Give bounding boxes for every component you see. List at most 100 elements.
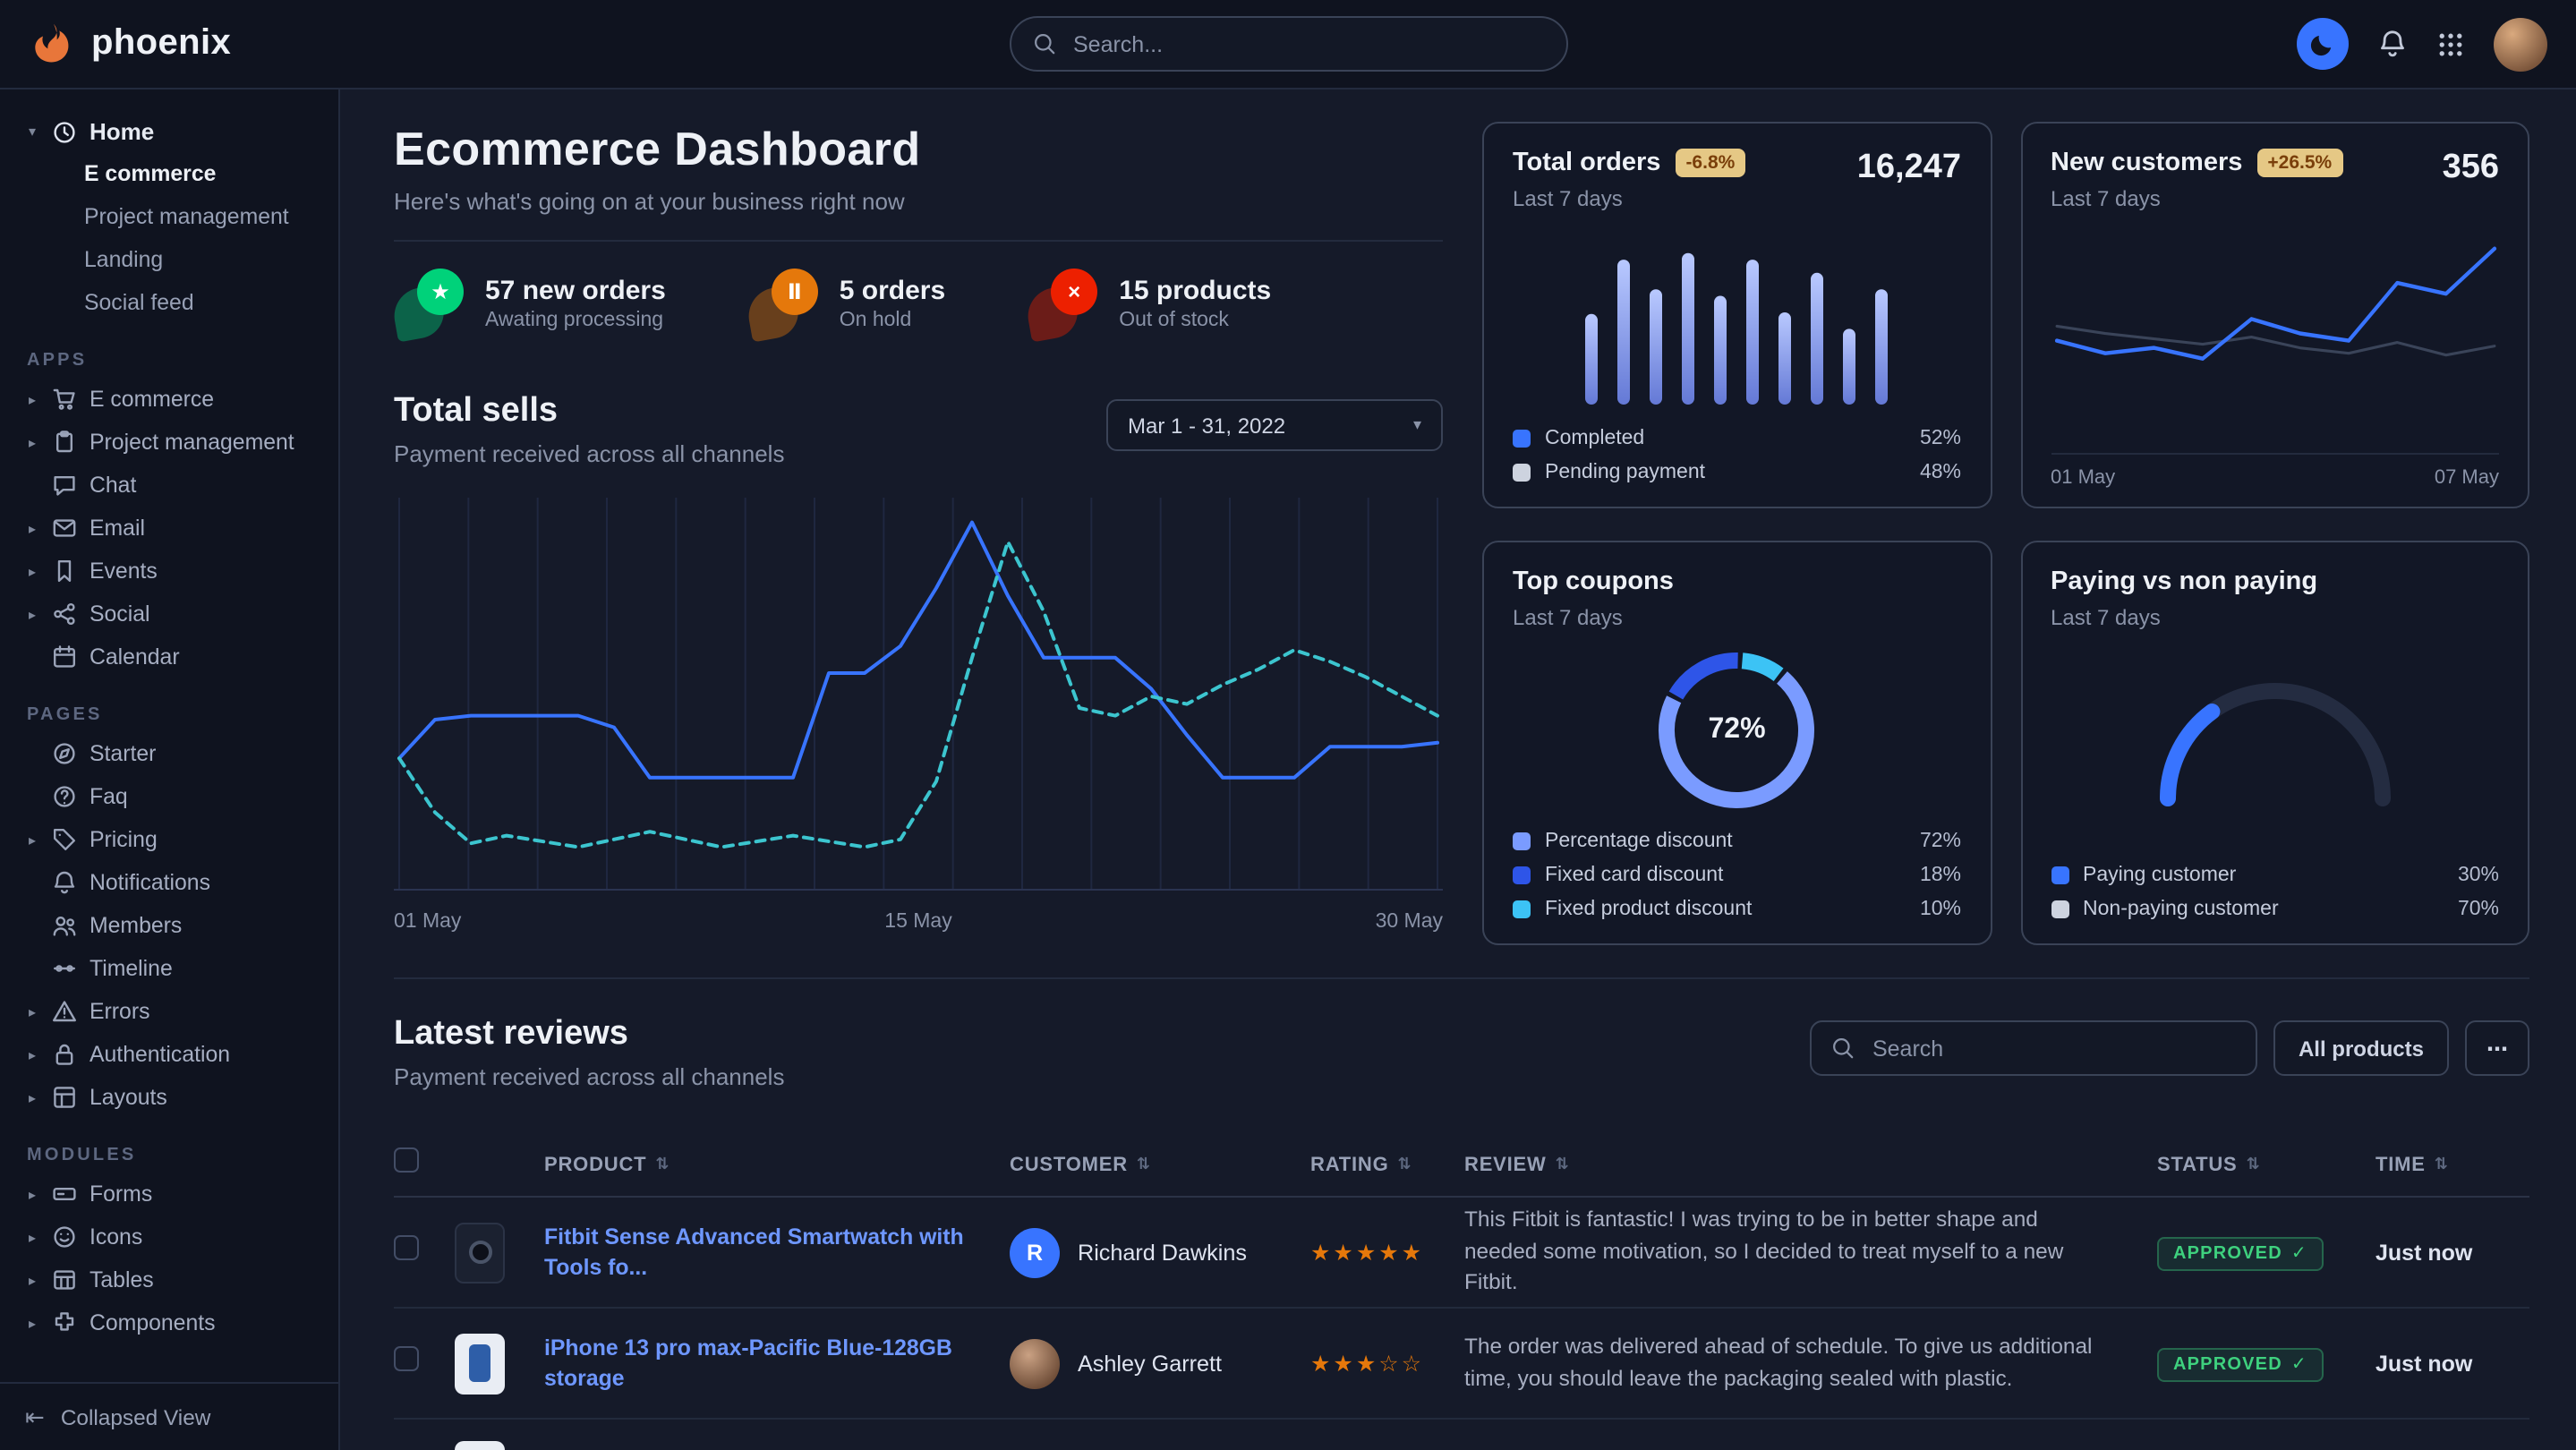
sidebar-item-label: Email — [90, 516, 145, 541]
column-header-customer[interactable]: CUSTOMER⇅ — [1010, 1154, 1310, 1175]
sidebar-item-authentication[interactable]: ▸Authentication — [0, 1033, 338, 1076]
caret-right-icon: ▸ — [25, 1272, 39, 1288]
column-header-time[interactable]: TIME⇅ — [2376, 1154, 2529, 1175]
caret-right-icon: ▸ — [25, 1186, 39, 1202]
reviews-table: PRODUCT⇅CUSTOMER⇅RATING⇅REVIEW⇅STATUS⇅TI… — [394, 1133, 2529, 1450]
row-checkbox[interactable] — [394, 1235, 419, 1260]
x-tick: 01 May — [2051, 467, 2115, 489]
sidebar-item-pricing[interactable]: ▸Pricing — [0, 818, 338, 861]
sidebar-item-calendar[interactable]: Calendar — [0, 635, 338, 678]
new-customers-chart — [2051, 226, 2499, 426]
sidebar-item-icons[interactable]: ▸Icons — [0, 1215, 338, 1258]
sort-icon: ⇅ — [2247, 1155, 2261, 1174]
moon-icon — [2309, 30, 2336, 57]
apps-grid-button[interactable] — [2436, 30, 2465, 58]
chevron-down-icon: ▾ — [1413, 415, 1421, 435]
legend-item: Fixed product discount10% — [1513, 891, 1961, 925]
sidebar-item-components[interactable]: ▸Components — [0, 1301, 338, 1344]
product-link[interactable]: Fitbit Sense Advanced Smartwatch with To… — [544, 1223, 1010, 1283]
card-title: New customers — [2051, 149, 2242, 177]
card-value: 356 — [2443, 149, 2499, 188]
trend-badge: -6.8% — [1675, 149, 1745, 177]
legend-value: 52% — [1920, 427, 1961, 448]
sidebar-item-e-commerce[interactable]: E commerce — [0, 152, 338, 195]
card-title: Total orders — [1513, 149, 1660, 177]
total-orders-card: Total orders -6.8% Last 7 days 16,247 Co… — [1482, 122, 1992, 508]
check-icon: ✓ — [2291, 1354, 2307, 1374]
legend-value: 18% — [1920, 864, 1961, 885]
column-header-product[interactable]: PRODUCT⇅ — [544, 1154, 1010, 1175]
product-thumbnail — [455, 1333, 505, 1394]
customer-name: Richard Dawkins — [1078, 1240, 1247, 1265]
select-all-checkbox[interactable] — [394, 1147, 419, 1173]
x-tick: 07 May — [2435, 467, 2499, 489]
notifications-button[interactable] — [2377, 29, 2408, 59]
timeline-icon — [52, 956, 77, 981]
sidebar-item-label: Tables — [90, 1267, 154, 1292]
app-root: phoenix — [0, 0, 2576, 1450]
review-time: Just now — [2376, 1351, 2472, 1376]
sidebar-item-e-commerce[interactable]: ▸E commerce — [0, 378, 338, 421]
smile-icon — [52, 1224, 77, 1250]
sidebar-item-label: Project management — [90, 430, 294, 455]
sidebar-item-layouts[interactable]: ▸Layouts — [0, 1076, 338, 1119]
sidebar-item-project-management[interactable]: Project management — [0, 195, 338, 238]
sidebar-item-timeline[interactable]: Timeline — [0, 947, 338, 990]
column-header-review[interactable]: REVIEW⇅ — [1464, 1154, 2157, 1175]
sidebar-item-events[interactable]: ▸Events — [0, 550, 338, 593]
legend-swatch — [1513, 429, 1531, 447]
legend-item: Percentage discount72% — [1513, 823, 1961, 857]
caret-down-icon: ▾ — [25, 124, 39, 140]
sidebar-section-title: PAGES — [27, 705, 338, 725]
sidebar-item-errors[interactable]: ▸Errors — [0, 990, 338, 1033]
all-products-button[interactable]: All products — [2273, 1020, 2449, 1076]
sidebar-item-forms[interactable]: ▸Forms — [0, 1173, 338, 1215]
sidebar-item-email[interactable]: ▸Email — [0, 507, 338, 550]
date-range-value: Mar 1 - 31, 2022 — [1128, 413, 1285, 438]
global-search[interactable] — [1009, 16, 1567, 72]
user-avatar[interactable] — [2494, 17, 2547, 71]
search-icon — [1032, 32, 1055, 55]
reviews-search-input[interactable] — [1869, 1034, 2236, 1062]
customer-avatar — [1010, 1338, 1060, 1388]
stat-item: ×15 productsOut of stock — [1028, 267, 1271, 338]
collapsed-view-toggle[interactable]: ⇤ Collapsed View — [0, 1382, 338, 1450]
sidebar-item-landing[interactable]: Landing — [0, 238, 338, 281]
main-content: Ecommerce Dashboard Here's what's going … — [340, 90, 2576, 1450]
sidebar-item-label: Faq — [90, 784, 128, 809]
sidebar-item-notifications[interactable]: Notifications — [0, 861, 338, 904]
column-header-status[interactable]: STATUS⇅ — [2157, 1154, 2376, 1175]
row-checkbox[interactable] — [394, 1346, 419, 1371]
page-layout: ▾HomeE commerceProject managementLanding… — [0, 90, 2576, 1450]
check-icon: ✓ — [2291, 1243, 2307, 1263]
brand[interactable]: phoenix — [29, 20, 231, 68]
column-label: REVIEW — [1464, 1154, 1547, 1175]
legend-label: Percentage discount — [1545, 830, 1733, 851]
sidebar-item-project-management[interactable]: ▸Project management — [0, 421, 338, 464]
sidebar-item-social[interactable]: ▸Social — [0, 593, 338, 635]
sidebar-item-starter[interactable]: Starter — [0, 732, 338, 775]
column-header-rating[interactable]: RATING⇅ — [1310, 1154, 1464, 1175]
sidebar-item-tables[interactable]: ▸ Tables — [0, 1258, 338, 1301]
bookmark-icon — [52, 559, 77, 584]
sidebar-item-chat[interactable]: Chat — [0, 464, 338, 507]
date-range-select[interactable]: Mar 1 - 31, 2022 ▾ — [1106, 399, 1443, 451]
reviews-search[interactable] — [1810, 1020, 2257, 1076]
theme-toggle-button[interactable] — [2297, 18, 2349, 70]
sidebar-item-members[interactable]: Members — [0, 904, 338, 947]
product-link[interactable]: iPhone 13 pro max-Pacific Blue-128GB sto… — [544, 1334, 1010, 1394]
caret-right-icon: ▸ — [25, 1003, 39, 1019]
rating-stars: ★★★★★ — [1310, 1240, 1424, 1265]
sidebar-item-label: Authentication — [90, 1042, 230, 1067]
sidebar-item-home[interactable]: ▾Home — [0, 107, 338, 152]
legend-item: Fixed card discount18% — [1513, 857, 1961, 891]
status-label: APPROVED — [2173, 1354, 2282, 1374]
more-options-button[interactable]: ⋯ — [2465, 1020, 2529, 1076]
table-icon — [52, 1267, 77, 1292]
global-search-input[interactable] — [1070, 30, 1544, 58]
sidebar-item-social-feed[interactable]: Social feed — [0, 281, 338, 324]
sort-icon: ⇅ — [655, 1155, 670, 1174]
sidebar-item-faq[interactable]: Faq — [0, 775, 338, 818]
sidebar-item-label: Icons — [90, 1224, 142, 1250]
legend-item: Non-paying customer70% — [2051, 891, 2499, 925]
